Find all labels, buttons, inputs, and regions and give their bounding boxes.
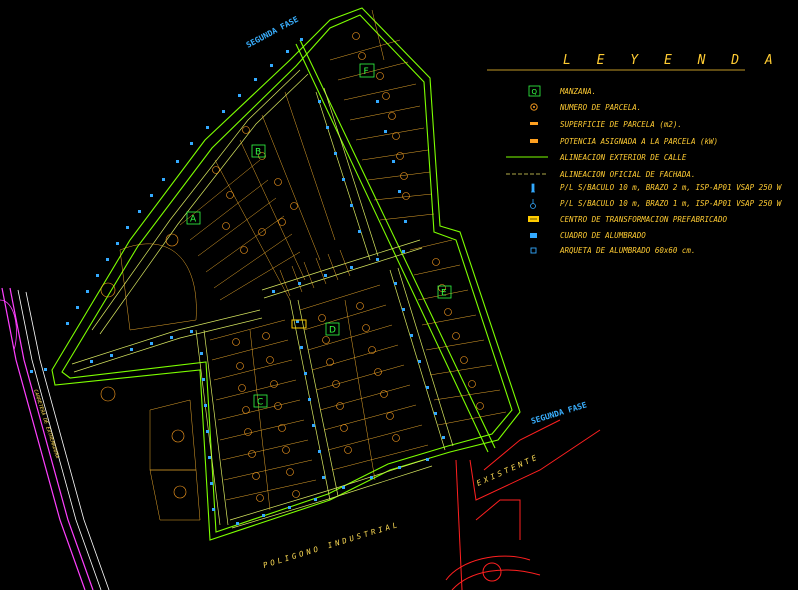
legend: L E Y E N D A Q MANZANA. NUMERO DE PARCE… bbox=[487, 53, 783, 255]
block-marker-icon: Q bbox=[528, 85, 541, 97]
lamp-posts bbox=[30, 38, 445, 525]
street-label-poligono-industrial: POLIGONO INDUSTRIAL bbox=[262, 520, 401, 570]
legend-label-transformer: CENTRO DE TRANSFORMACION PREFABRICADO bbox=[560, 215, 728, 224]
street-label-segunda-fase-top: SEGUNDA FASE bbox=[245, 15, 300, 50]
urban-plan-drawing: CARRETERA DE EXTREMADURA A B C D E F SEG… bbox=[0, 7, 783, 590]
transformer-icon bbox=[528, 216, 539, 222]
plot-grid bbox=[119, 9, 507, 521]
legend-label-alineacion-calle: ALINEACION EXTERIOR DE CALLE bbox=[559, 153, 687, 162]
street-label-existente: EXISTENTE bbox=[475, 452, 540, 488]
legend-label-lamp-1m: P/L S/BACULO 10 m, BRAZO 1 m, ISP-AP01 V… bbox=[560, 199, 783, 208]
block-label-d: D bbox=[329, 326, 336, 336]
legend-label-numero-parcela: NUMERO DE PARCELA. bbox=[559, 103, 641, 112]
block-label-c: C bbox=[257, 398, 263, 408]
legend-label-cuadro: CUADRO DE ALUMBRADO bbox=[560, 231, 646, 240]
assigned-power-icon bbox=[530, 139, 538, 143]
legend-label-manzana: MANZANA. bbox=[559, 87, 596, 96]
legend-label-superficie: SUPERFICIE DE PARCELA (m2). bbox=[560, 120, 682, 129]
inner-streets bbox=[71, 69, 454, 529]
highway-label: CARRETERA DE EXTREMADURA bbox=[32, 389, 60, 460]
block-label-e: E bbox=[441, 289, 447, 299]
legend-label-lamp-2m: P/L S/BACULO 10 m, BRAZO 2 m, ISP-AP01 V… bbox=[560, 183, 783, 192]
block-label-b: B bbox=[255, 148, 261, 158]
plot-number-icon bbox=[530, 103, 538, 111]
existing-road bbox=[445, 419, 601, 590]
legend-label-arqueta: ARQUETA DE ALUMBRADO 60x60 cm. bbox=[559, 246, 695, 255]
street-alignment bbox=[51, 7, 521, 541]
block-label-f: F bbox=[364, 67, 369, 77]
plot-area-icon bbox=[530, 122, 538, 125]
svg-text:Q: Q bbox=[532, 88, 538, 96]
lighting-panel-icon bbox=[530, 233, 537, 238]
legend-label-potencia: POTENCIA ASIGNADA A LA PARCELA (kW) bbox=[560, 137, 718, 146]
block-label-a: A bbox=[190, 215, 197, 225]
legend-title: L E Y E N D A bbox=[563, 53, 782, 68]
legend-label-alineacion-fachada: ALINEACION OFICIAL DE FACHADA. bbox=[559, 170, 695, 179]
street-label-segunda-fase-right: SEGUNDA FASE bbox=[530, 400, 588, 426]
lamp-2m-icon bbox=[531, 183, 535, 193]
lamp-1m-icon bbox=[530, 199, 536, 209]
junction-box-icon bbox=[530, 247, 537, 254]
